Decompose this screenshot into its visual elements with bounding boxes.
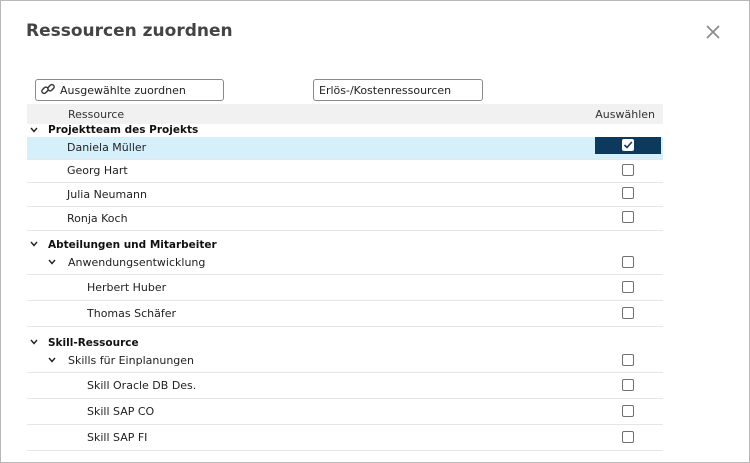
table-row[interactable]: Thomas Schäfer	[27, 300, 663, 327]
resource-name: Skill SAP CO	[87, 405, 155, 418]
subgroup-row[interactable]: Skills für Einplanungen	[27, 350, 663, 373]
resource-name: Daniela Müller	[67, 141, 147, 154]
resource-name: Thomas Schäfer	[87, 307, 177, 320]
table-row[interactable]: Skill Oracle DB Des.	[27, 372, 663, 399]
chevron-down-icon	[48, 357, 56, 363]
select-checkbox[interactable]	[622, 211, 634, 223]
select-checkbox[interactable]	[622, 281, 634, 293]
table-row[interactable]: Skill SAP FI	[27, 424, 663, 451]
resource-name: Ronja Koch	[67, 212, 128, 225]
select-checkbox[interactable]	[622, 354, 634, 366]
chevron-down-icon	[30, 241, 38, 247]
table-row[interactable]: Georg Hart	[27, 159, 663, 183]
grid-header: Ressource Auswählen	[27, 104, 663, 124]
column-header-select[interactable]: Auswählen	[595, 108, 655, 121]
subgroup-label: Anwendungsentwicklung	[68, 256, 206, 269]
assign-selected-label: Ausgewählte zuordnen	[60, 83, 186, 97]
group-label: Projektteam des Projekts	[48, 124, 199, 136]
chevron-down-icon	[30, 339, 38, 345]
dialog-title: Ressourcen zuordnen	[26, 21, 233, 41]
select-checkbox[interactable]	[622, 164, 634, 176]
select-checkbox[interactable]	[622, 379, 634, 391]
table-row[interactable]: Julia Neumann	[27, 182, 663, 207]
subgroup-row[interactable]: Anwendungsentwicklung	[27, 252, 663, 275]
group-label: Abteilungen und Mitarbeiter	[48, 239, 217, 251]
table-row[interactable]: Herbert Huber	[27, 274, 663, 301]
group-label: Skill-Ressource	[48, 337, 139, 349]
select-checkbox[interactable]	[622, 307, 634, 319]
select-checkbox-checked[interactable]	[622, 139, 634, 151]
chevron-down-icon	[48, 259, 56, 265]
table-row[interactable]: Skill SAP CO	[27, 398, 663, 425]
link-icon	[40, 81, 60, 100]
resource-name: Skill SAP FI	[87, 431, 148, 444]
assign-resources-dialog: Ressourcen zuordnen Ausgewählte zuordnen…	[0, 0, 750, 463]
revenue-cost-resources-label: Erlös-/Kostenressourcen	[319, 83, 452, 97]
table-row[interactable]: Ronja Koch	[27, 206, 663, 231]
select-checkbox[interactable]	[622, 187, 634, 199]
table-row[interactable]: Daniela Müller	[27, 137, 663, 160]
subgroup-label: Skills für Einplanungen	[68, 354, 195, 367]
group-row-departments[interactable]: Abteilungen und Mitarbeiter	[27, 238, 663, 252]
resource-name: Herbert Huber	[87, 281, 167, 294]
resource-grid: Ressource Auswählen Projektteam des Proj…	[27, 104, 663, 451]
group-row-skill-resource[interactable]: Skill-Ressource	[27, 336, 663, 350]
resource-name: Skill Oracle DB Des.	[87, 379, 197, 392]
close-icon[interactable]	[704, 23, 722, 41]
chevron-down-icon	[30, 127, 38, 133]
revenue-cost-resources-button[interactable]: Erlös-/Kostenressourcen	[313, 79, 483, 101]
resource-name: Julia Neumann	[67, 188, 147, 201]
resource-name: Georg Hart	[67, 164, 128, 177]
select-cell	[595, 137, 661, 154]
assign-selected-button[interactable]: Ausgewählte zuordnen	[35, 79, 224, 101]
checkmark-icon	[623, 141, 633, 149]
select-checkbox[interactable]	[622, 431, 634, 443]
select-checkbox[interactable]	[622, 256, 634, 268]
group-row-project-team[interactable]: Projektteam des Projekts	[27, 124, 663, 137]
column-header-resource: Ressource	[68, 108, 125, 121]
select-checkbox[interactable]	[622, 405, 634, 417]
